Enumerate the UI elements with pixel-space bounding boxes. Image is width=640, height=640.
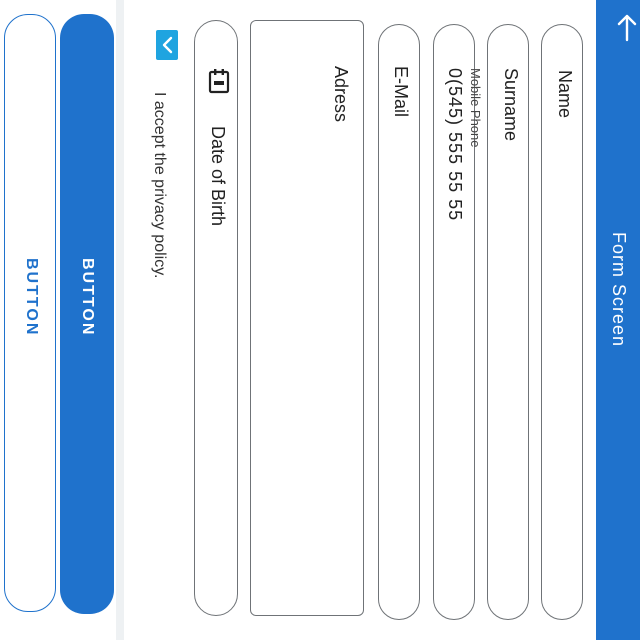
- divider: [116, 0, 124, 640]
- calendar-icon: [208, 69, 230, 94]
- mobile-phone-caption: Mobile Phone: [468, 68, 483, 148]
- form-screen: Form Screen Name Surname Mobile Phone 0(…: [0, 0, 640, 640]
- privacy-policy-label: I accept the privacy policy.: [151, 92, 168, 279]
- date-of-birth-label: Date of Birth: [208, 126, 228, 227]
- date-of-birth-field[interactable]: [194, 20, 238, 616]
- address-field-label: Adress: [331, 66, 351, 123]
- checkmark-icon: [162, 36, 173, 54]
- mobile-phone-value: 0(545) 555 55 55: [445, 68, 465, 222]
- privacy-checkbox[interactable]: [156, 30, 178, 60]
- email-field-label: E-Mail: [391, 66, 411, 118]
- primary-button-label: BUTTON: [79, 258, 96, 337]
- name-field-label: Name: [555, 70, 575, 119]
- page-title: Form Screen: [609, 232, 629, 348]
- arrow-up-icon[interactable]: [616, 12, 638, 42]
- secondary-button-label: BUTTON: [23, 258, 40, 337]
- surname-field-label: Surname: [501, 68, 521, 142]
